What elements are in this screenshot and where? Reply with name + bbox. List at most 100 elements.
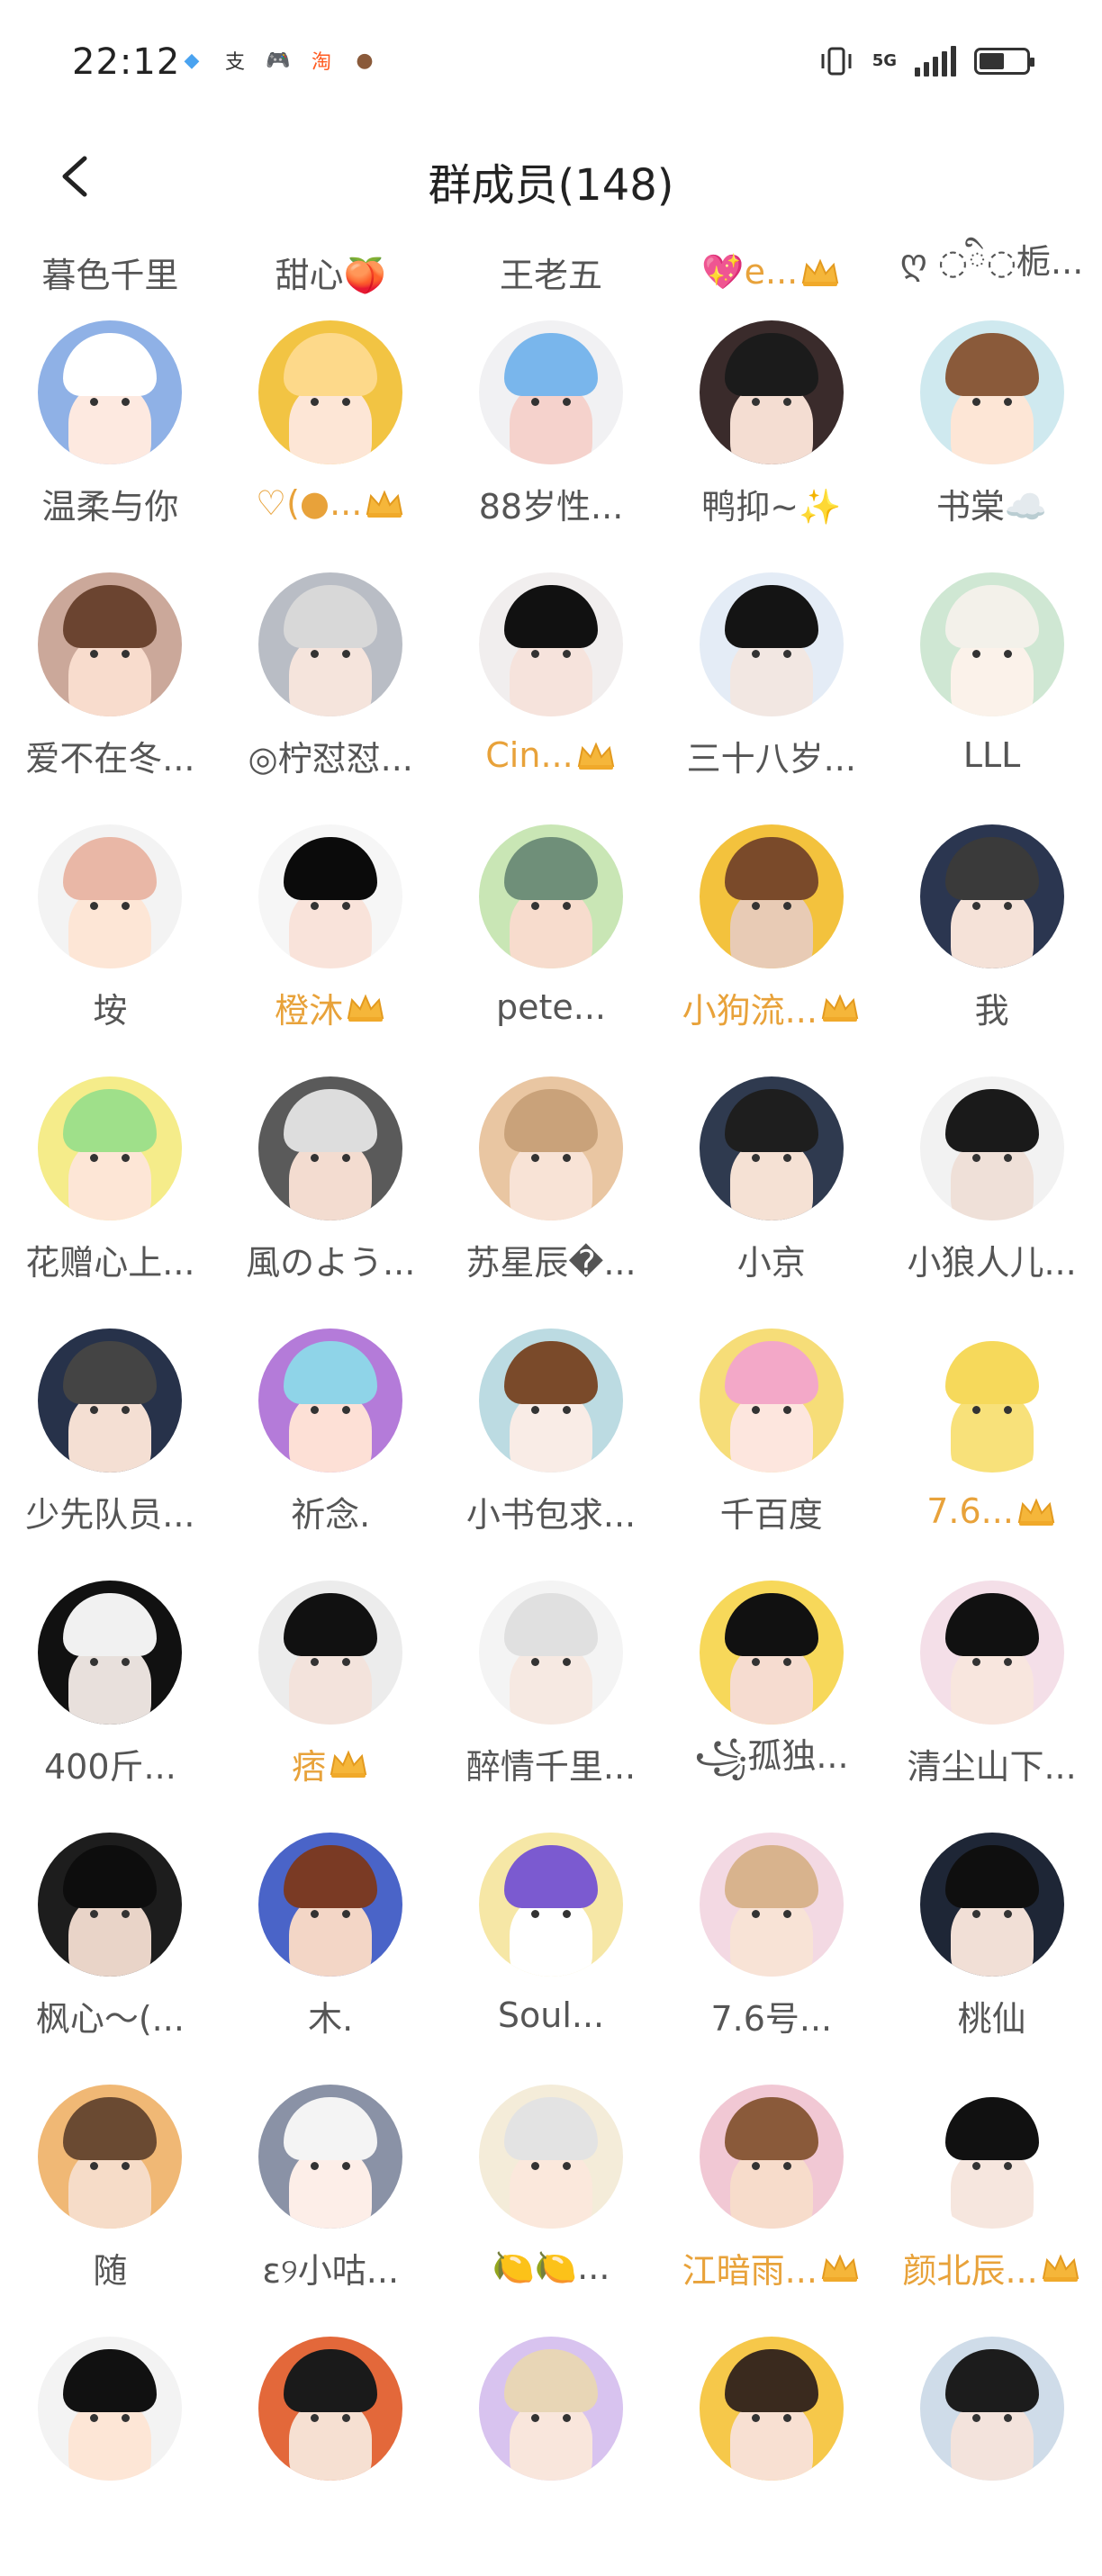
avatar[interactable] bbox=[258, 824, 403, 968]
member-item[interactable]: 祈念. bbox=[221, 1316, 441, 1568]
member-item[interactable]: 醉情千里... bbox=[441, 1568, 662, 1820]
member-item[interactable]: 桃仙 bbox=[881, 1820, 1102, 2072]
member-item[interactable]: 鸭抑~✨ bbox=[661, 308, 881, 560]
member-item[interactable]: 400斤... bbox=[0, 1568, 221, 1820]
avatar[interactable] bbox=[699, 1076, 844, 1220]
member-item[interactable]: 清尘山下... bbox=[881, 1568, 1102, 1820]
avatar[interactable] bbox=[699, 1329, 844, 1473]
member-item[interactable] bbox=[881, 2324, 1102, 2576]
avatar[interactable] bbox=[699, 824, 844, 968]
member-item[interactable]: 💖e... bbox=[661, 236, 881, 308]
avatar[interactable] bbox=[478, 1581, 623, 1725]
avatar[interactable] bbox=[478, 2085, 623, 2229]
member-name: 醉情千里... bbox=[446, 1725, 656, 1802]
avatar[interactable] bbox=[258, 2085, 403, 2229]
avatar[interactable] bbox=[699, 1833, 844, 1977]
avatar[interactable] bbox=[258, 1581, 403, 1725]
member-item[interactable]: 花赠心上... bbox=[0, 1064, 221, 1316]
avatar[interactable] bbox=[699, 572, 844, 716]
avatar[interactable] bbox=[478, 2337, 623, 2481]
member-name: 小狗流... bbox=[666, 968, 877, 1046]
avatar[interactable] bbox=[258, 320, 403, 464]
member-item[interactable] bbox=[0, 2324, 221, 2576]
member-item[interactable]: 暮色千里 bbox=[0, 236, 221, 308]
member-item[interactable]: Cin... bbox=[441, 560, 662, 812]
avatar[interactable] bbox=[919, 2085, 1064, 2229]
avatar[interactable] bbox=[478, 572, 623, 716]
avatar[interactable] bbox=[38, 1581, 183, 1725]
member-item[interactable]: 枫心～(... bbox=[0, 1820, 221, 2072]
member-item[interactable]: pete... bbox=[441, 812, 662, 1064]
member-item[interactable]: ◎柠怼怼... bbox=[221, 560, 441, 812]
member-item[interactable]: 小书包求... bbox=[441, 1316, 662, 1568]
member-item[interactable]: 王老五 bbox=[441, 236, 662, 308]
avatar[interactable] bbox=[919, 824, 1064, 968]
avatar[interactable] bbox=[919, 1581, 1064, 1725]
avatar[interactable] bbox=[38, 320, 183, 464]
member-item[interactable]: 甜心🍑 bbox=[221, 236, 441, 308]
avatar[interactable] bbox=[258, 1076, 403, 1220]
avatar[interactable] bbox=[919, 2337, 1064, 2481]
avatar[interactable] bbox=[258, 1329, 403, 1473]
member-item[interactable]: ɛ୨小咕... bbox=[221, 2072, 441, 2324]
member-item[interactable]: 爱不在冬... bbox=[0, 560, 221, 812]
avatar[interactable] bbox=[258, 572, 403, 716]
member-item[interactable] bbox=[441, 2324, 662, 2576]
member-item[interactable]: ღ ◌ི◌栀... bbox=[881, 236, 1102, 308]
member-name-text: 鸭抑~✨ bbox=[701, 486, 842, 527]
avatar[interactable] bbox=[38, 2337, 183, 2481]
avatar[interactable] bbox=[478, 1833, 623, 1977]
avatar[interactable] bbox=[258, 1833, 403, 1977]
member-item[interactable]: 随 bbox=[0, 2072, 221, 2324]
member-item[interactable]: 小狼人儿... bbox=[881, 1064, 1102, 1316]
member-item[interactable]: 木. bbox=[221, 1820, 441, 2072]
avatar[interactable] bbox=[699, 320, 844, 464]
avatar[interactable] bbox=[38, 1833, 183, 1977]
avatar[interactable] bbox=[478, 824, 623, 968]
member-item[interactable] bbox=[661, 2324, 881, 2576]
member-item[interactable]: Soul... bbox=[441, 1820, 662, 2072]
avatar[interactable] bbox=[919, 1833, 1064, 1977]
avatar[interactable] bbox=[38, 824, 183, 968]
member-item[interactable]: 7.6号... bbox=[661, 1820, 881, 2072]
member-item[interactable]: LLL bbox=[881, 560, 1102, 812]
avatar[interactable] bbox=[919, 1076, 1064, 1220]
member-item[interactable]: ꧁孤独... bbox=[661, 1568, 881, 1820]
avatar[interactable] bbox=[478, 320, 623, 464]
avatar[interactable] bbox=[38, 1329, 183, 1473]
member-item[interactable]: 苏星辰�... bbox=[441, 1064, 662, 1316]
avatar[interactable] bbox=[258, 2337, 403, 2481]
avatar[interactable] bbox=[699, 2085, 844, 2229]
member-item[interactable]: 風のよう... bbox=[221, 1064, 441, 1316]
member-item[interactable]: 7.6... bbox=[881, 1316, 1102, 1568]
member-item[interactable]: 江暗雨... bbox=[661, 2072, 881, 2324]
member-item[interactable]: 三十八岁... bbox=[661, 560, 881, 812]
avatar[interactable] bbox=[919, 320, 1064, 464]
member-item[interactable]: 颜北辰... bbox=[881, 2072, 1102, 2324]
member-name: ◎柠怼怼... bbox=[225, 716, 436, 794]
member-item[interactable]: 温柔与你 bbox=[0, 308, 221, 560]
member-item[interactable]: 少先队员... bbox=[0, 1316, 221, 1568]
status-app-icons: ◆ 支 🎮 淘 ● bbox=[176, 45, 380, 76]
member-item[interactable]: 书棠☁️ bbox=[881, 308, 1102, 560]
member-item[interactable]: 垵 bbox=[0, 812, 221, 1064]
avatar[interactable] bbox=[919, 572, 1064, 716]
member-item[interactable]: 小京 bbox=[661, 1064, 881, 1316]
member-item[interactable]: 我 bbox=[881, 812, 1102, 1064]
avatar[interactable] bbox=[38, 1076, 183, 1220]
avatar[interactable] bbox=[38, 572, 183, 716]
avatar[interactable] bbox=[478, 1076, 623, 1220]
member-item[interactable]: 橙沐 bbox=[221, 812, 441, 1064]
member-item[interactable] bbox=[221, 2324, 441, 2576]
avatar[interactable] bbox=[919, 1329, 1064, 1473]
member-item[interactable]: 痞 bbox=[221, 1568, 441, 1820]
member-item[interactable]: ♡(●... bbox=[221, 308, 441, 560]
avatar[interactable] bbox=[699, 1581, 844, 1725]
member-item[interactable]: 🍋🍋... bbox=[441, 2072, 662, 2324]
member-item[interactable]: 88岁性... bbox=[441, 308, 662, 560]
avatar[interactable] bbox=[699, 2337, 844, 2481]
member-item[interactable]: 小狗流... bbox=[661, 812, 881, 1064]
member-item[interactable]: 千百度 bbox=[661, 1316, 881, 1568]
avatar[interactable] bbox=[478, 1329, 623, 1473]
avatar[interactable] bbox=[38, 2085, 183, 2229]
